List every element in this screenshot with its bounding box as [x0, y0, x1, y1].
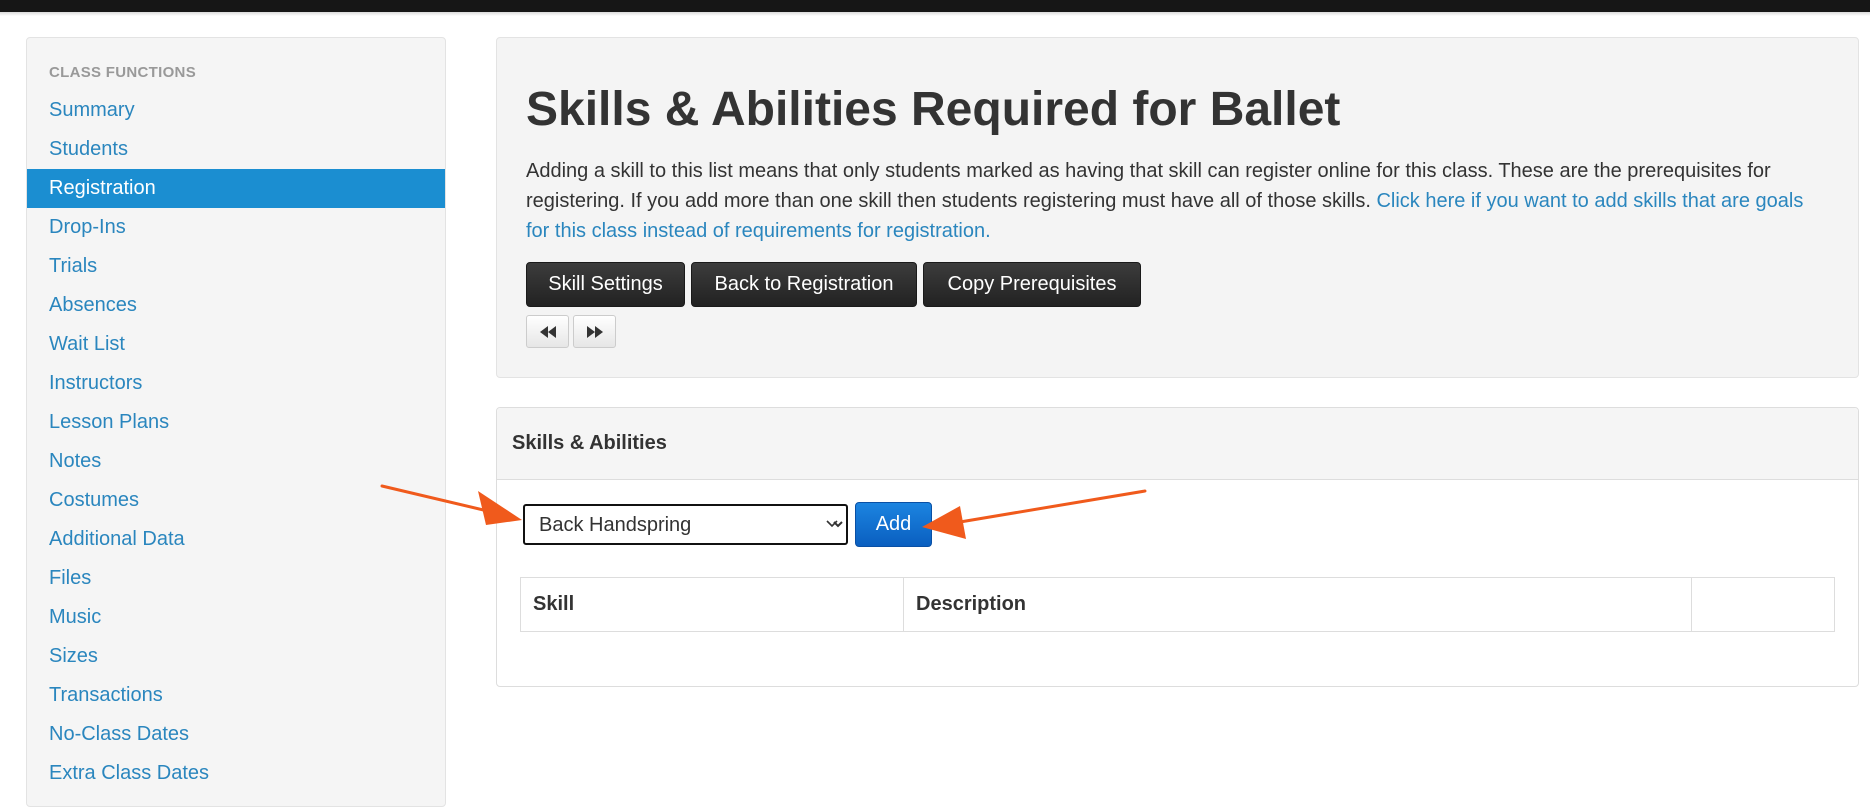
class-functions-sidebar: CLASS FUNCTIONS Summary Students Registr… — [26, 37, 446, 807]
sidebar-item-absences[interactable]: Absences — [27, 286, 445, 325]
panel-heading: Skills & Abilities — [497, 408, 1858, 480]
back-to-registration-button[interactable]: Back to Registration — [691, 262, 917, 307]
sidebar-item-instructors[interactable]: Instructors — [27, 364, 445, 403]
sidebar-item-music[interactable]: Music — [27, 598, 445, 637]
column-header-description: Description — [903, 577, 1692, 632]
sidebar-item-lesson-plans[interactable]: Lesson Plans — [27, 403, 445, 442]
sidebar-item-drop-ins[interactable]: Drop-Ins — [27, 208, 445, 247]
sidebar-item-files[interactable]: Files — [27, 559, 445, 598]
fast-backward-icon — [539, 325, 556, 338]
sidebar-item-students[interactable]: Students — [27, 130, 445, 169]
sidebar-item-trials[interactable]: Trials — [27, 247, 445, 286]
panel-title: Skills & Abilities — [512, 432, 667, 454]
top-navbar — [0, 0, 1870, 12]
skill-select[interactable]: Back Handspring — [523, 504, 848, 545]
sidebar-item-registration[interactable]: Registration — [27, 169, 445, 208]
column-header-skill: Skill — [520, 577, 904, 632]
sidebar-item-additional-data[interactable]: Additional Data — [27, 520, 445, 559]
sidebar-item-transactions[interactable]: Transactions — [27, 676, 445, 715]
skill-settings-button[interactable]: Skill Settings — [526, 262, 685, 307]
sidebar-item-notes[interactable]: Notes — [27, 442, 445, 481]
page-header-panel: Skills & Abilities Required for Ballet A… — [496, 37, 1859, 378]
sidebar-item-sizes[interactable]: Sizes — [27, 637, 445, 676]
sidebar-item-summary[interactable]: Summary — [27, 91, 445, 130]
column-header-actions — [1692, 578, 1835, 632]
sidebar-header: CLASS FUNCTIONS — [49, 64, 196, 81]
sidebar-nav-list: Summary Students Registration Drop-Ins T… — [27, 91, 445, 793]
previous-class-button[interactable] — [526, 315, 569, 348]
intro-paragraph: Adding a skill to this list means that o… — [526, 156, 1826, 246]
copy-prerequisites-button[interactable]: Copy Prerequisites — [923, 262, 1141, 307]
skills-abilities-panel: Skills & Abilities Back Handspring Add S… — [496, 407, 1859, 687]
sidebar-item-no-class-dates[interactable]: No-Class Dates — [27, 715, 445, 754]
sidebar-item-wait-list[interactable]: Wait List — [27, 325, 445, 364]
navbar-shadow — [0, 12, 1870, 16]
page-title: Skills & Abilities Required for Ballet — [526, 83, 1341, 136]
table-header-row: Skill Description — [520, 577, 1835, 632]
add-skill-button[interactable]: Add — [855, 502, 932, 547]
sidebar-item-extra-class-dates[interactable]: Extra Class Dates — [27, 754, 445, 793]
skills-table: Skill Description — [520, 577, 1835, 632]
fast-forward-icon — [586, 325, 603, 338]
next-class-button[interactable] — [573, 315, 616, 348]
sidebar-item-costumes[interactable]: Costumes — [27, 481, 445, 520]
